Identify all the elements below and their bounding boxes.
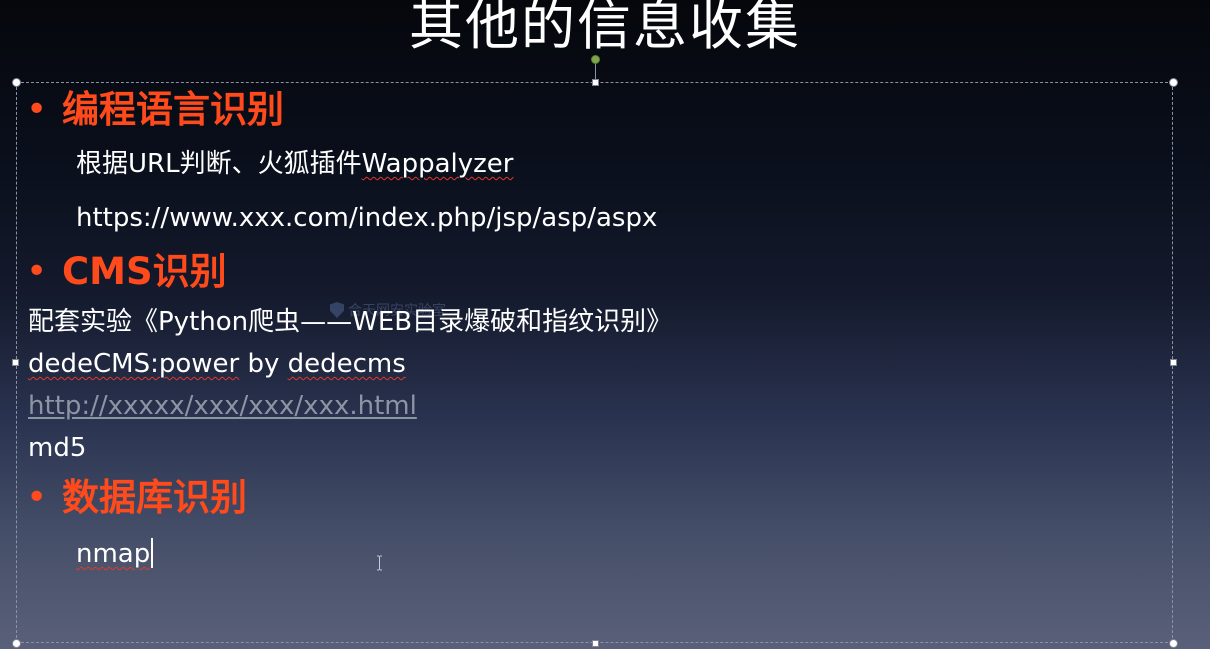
bullet-icon: •	[26, 477, 48, 518]
rotation-handle[interactable]	[591, 55, 600, 64]
text-line[interactable]: dedeCMS:power by dedecms	[28, 348, 406, 380]
spellcheck-word: dedeCMS:power	[28, 349, 240, 379]
bullet-icon: •	[26, 89, 48, 130]
text-line[interactable]: https://www.xxx.com/index.php/jsp/asp/as…	[76, 202, 657, 234]
resize-handle-bottom[interactable]	[592, 640, 599, 647]
resize-handle-top-right[interactable]	[1169, 78, 1178, 87]
section-heading: 编程语言识别	[62, 88, 284, 131]
text-line[interactable]: 配套实验《Python爬虫——WEB目录爆破和指纹识别》	[28, 306, 672, 338]
text-line[interactable]: nmap	[76, 538, 154, 570]
section-cms: • CMS识别	[26, 250, 227, 294]
hyperlink[interactable]: http://xxxxx/xxx/xxx/xxx.html	[28, 390, 417, 422]
spellcheck-word: nmap	[76, 539, 151, 569]
resize-handle-top[interactable]	[592, 79, 599, 86]
slide-title: 其他的信息收集	[409, 0, 801, 57]
ibeam-cursor-icon	[377, 555, 382, 571]
section-programming-language: • 编程语言识别	[26, 88, 284, 132]
text-middle: by	[239, 349, 288, 379]
text-caret	[151, 538, 154, 568]
resize-handle-left[interactable]	[12, 359, 19, 366]
spellcheck-word: Wappalyzer	[361, 149, 514, 179]
resize-handle-top-left[interactable]	[12, 78, 21, 87]
bullet-icon: •	[26, 251, 48, 292]
resize-handle-bottom-left[interactable]	[12, 639, 21, 648]
text-line[interactable]: md5	[28, 432, 86, 464]
resize-handle-bottom-right[interactable]	[1169, 639, 1178, 648]
text-prefix: 根据URL判断、火狐插件	[76, 149, 362, 179]
section-database: • 数据库识别	[26, 476, 247, 520]
spellcheck-word: dedecms	[287, 349, 406, 379]
section-heading: 数据库识别	[62, 476, 247, 519]
resize-handle-right[interactable]	[1170, 359, 1177, 366]
text-line[interactable]: 根据URL判断、火狐插件Wappalyzer	[76, 148, 513, 180]
section-heading: CMS识别	[62, 250, 227, 293]
